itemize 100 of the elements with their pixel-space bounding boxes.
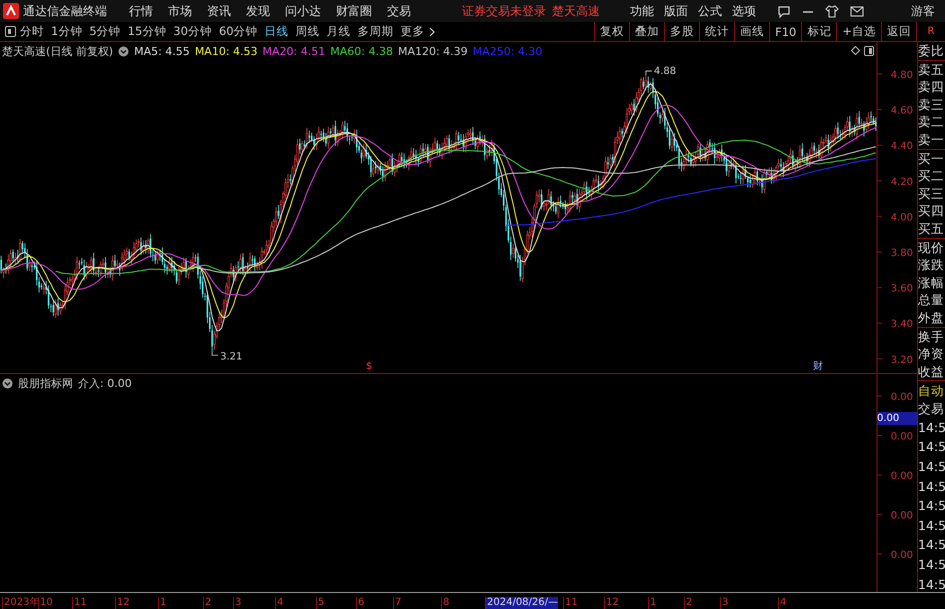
status-notice[interactable]: 证券交易未登录 [462,2,546,20]
date-axis-label: 4 [275,597,284,609]
date-axis-label: 12 [115,597,130,609]
quote-field-label: 卖二 [918,113,945,131]
price-axis-label: 3.60 [890,284,913,295]
quote-field-label: 买五 [918,220,945,238]
price-axis-label: 4.40 [890,141,913,152]
trade-list-title: 交易 [918,400,945,418]
price-axis-label: 4.00 [890,212,913,224]
date-axis-label: 2024/08/26/— [485,597,558,609]
quote-field-label: 卖四 [918,78,945,96]
period-tab[interactable]: 分时 [20,24,44,39]
menu-item[interactable]: 资讯 [207,2,231,20]
quote-field-label: 换手 [918,328,945,346]
date-axis-label: 2 [203,597,212,609]
period-tab[interactable]: 1分钟 [51,24,82,39]
event-marker[interactable]: 财 [813,361,823,372]
date-axis-label: 11 [72,597,87,609]
quote-field-label: 委比 [918,42,945,60]
menu-item[interactable]: 行情 [129,2,153,20]
period-tab[interactable]: 60分钟 [218,24,258,39]
moving-average-value: MA120: 4.39 [398,45,468,58]
dropdown-circle-icon[interactable] [2,378,13,389]
quote-field-label: 卖五 [918,60,945,78]
menu-item[interactable]: 问小达 [285,2,321,20]
leader-line [212,350,219,356]
panel-toggle-icon[interactable] [5,26,16,37]
period-tab[interactable]: 更多 [400,24,425,39]
menu-item[interactable]: 选项 [732,2,756,20]
quote-field-label: 净资 [918,345,945,363]
status-notice[interactable]: 楚天高速 [552,2,600,20]
menu-item[interactable]: 发现 [246,2,270,20]
menu-item[interactable]: 功能 [630,2,654,20]
period-tab[interactable]: 日线 [264,24,289,39]
price-axis-label: 4.80 [890,70,913,81]
low-price-label: 3.21 [220,351,242,362]
trade-time: 14:5 [918,497,945,516]
quote-field-label: 买二 [918,167,945,185]
panel-toggle-icon[interactable] [864,46,874,56]
quote-field-label: 涨跌 [918,256,945,274]
quote-field-label: 买三 [918,184,945,202]
menu-item[interactable]: 财富圈 [336,2,372,20]
chat-bubble-icon[interactable] [777,4,791,18]
dropdown-circle-icon[interactable] [118,46,130,57]
trade-mode-label[interactable]: 自动 [918,381,945,400]
quote-field-label: 买四 [918,202,945,220]
leader-line [646,70,652,76]
cursor-value-label: 0.00 [877,412,917,425]
price-axis-label: 3.20 [890,354,913,366]
menu-item[interactable]: 市场 [168,2,192,20]
indicator-axis-label: 0.00 [890,471,913,482]
indicator-axis-label: 0.00 [890,392,913,403]
quote-field-label: 卖一 [918,130,945,149]
indicator-axis-label: 0.00 [890,510,913,522]
trade-time: 14:5 [918,418,945,437]
diamond-icon[interactable] [851,46,860,55]
date-axis-label: 3 [720,597,728,609]
date-axis-label: 10 [38,597,53,609]
date-axis-label: 7 [393,597,402,609]
envelope-icon[interactable] [850,4,864,18]
quote-field-label: 卖三 [918,96,945,114]
menu-item[interactable]: 交易 [387,2,411,20]
indicator-value: 介入: 0.00 [78,376,132,391]
indicator-axis-label: 0.00 [890,550,913,561]
panel-label[interactable]: R [916,22,945,41]
menu-item[interactable]: 版面 [664,2,688,20]
period-tab[interactable]: 周线 [296,24,320,39]
period-tab[interactable]: 5分钟 [89,24,121,39]
date-axis-label: 12 [604,597,619,609]
date-axis-label: 2023年 [2,597,40,609]
period-tab[interactable]: 30分钟 [173,24,212,39]
trade-time: 14:5 [918,516,945,535]
chevron-right-icon[interactable] [428,26,435,36]
shirt-icon[interactable] [825,4,839,18]
quote-field-label: 现价 [918,238,945,256]
app-logo-icon [3,3,19,19]
price-axis-label: 4.20 [890,176,913,188]
event-marker[interactable]: $ [366,361,372,372]
app-title: 通达信金融终端 [23,2,107,20]
trade-time: 14:5 [918,438,945,456]
date-axis-label: 5 [316,597,324,609]
chart-title: 楚天高速(日线 前复权) [2,44,114,59]
quote-field-label: 涨幅 [918,274,945,292]
price-axis-label: 3.40 [890,319,913,330]
period-tab[interactable]: 多周期 [358,24,394,39]
date-axis-label: 1 [648,597,656,609]
period-tab[interactable]: 15分钟 [128,24,166,39]
date-axis-label: 4 [778,597,786,609]
menu-item[interactable]: 公式 [698,2,722,20]
moving-average-value: MA10: 4.53 [194,45,258,58]
date-axis-label: 11 [563,597,578,609]
period-tab[interactable]: 月线 [326,24,351,39]
quote-field-label: 买一 [918,150,945,168]
date-axis-label: 6 [356,597,364,609]
user-label[interactable]: 游客 [911,2,935,20]
price-axis-label: 4.60 [890,106,913,117]
price-axis-label: 3.80 [890,248,913,259]
quote-field-label: 收益 [918,362,945,380]
quote-field-label: 总量 [918,291,945,309]
date-axis-label: 8 [441,597,450,609]
